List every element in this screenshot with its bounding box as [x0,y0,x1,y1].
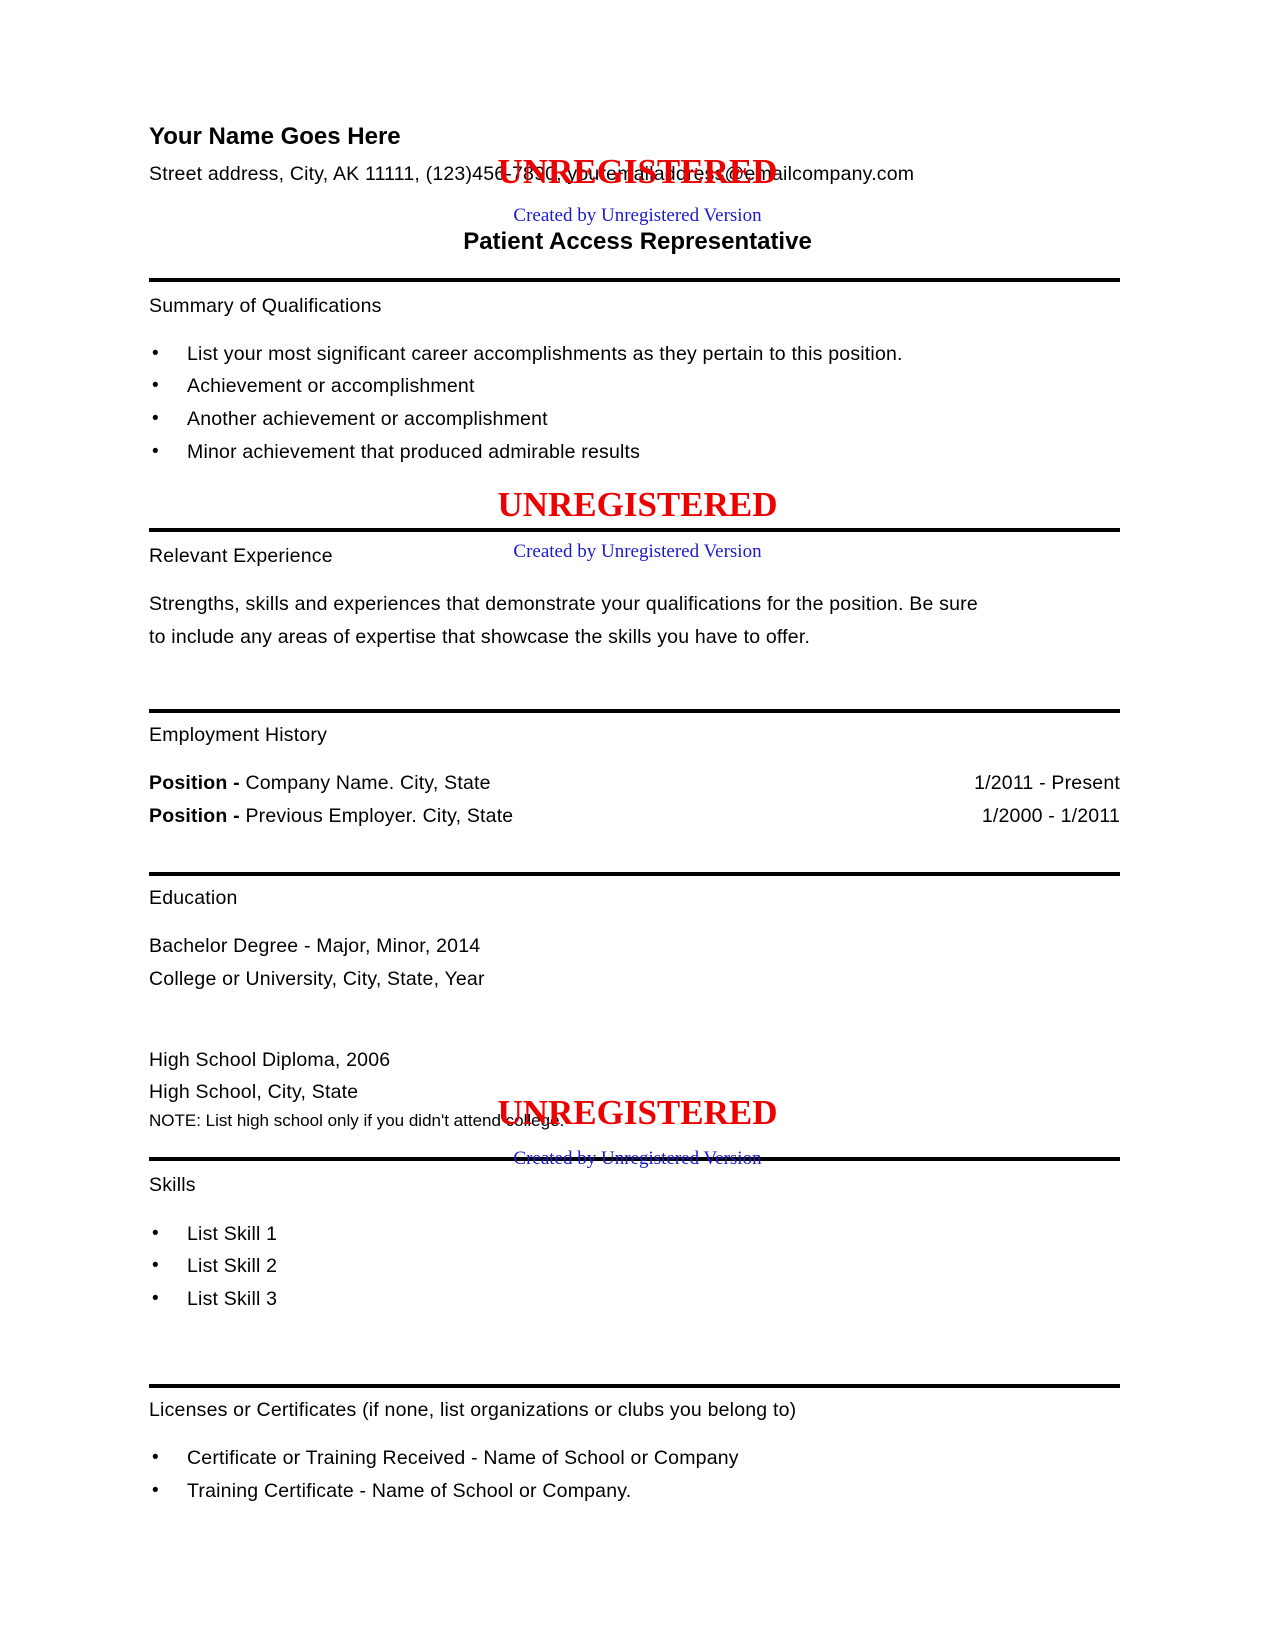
list-item-text: List Skill 3 [187,1288,278,1310]
list-item-text: Achievement or accomplishment [187,375,475,397]
job-position-label: Position - [149,772,240,794]
job-position-line: Position - Company Name. City, State [149,771,491,795]
resume-name: Your Name Goes Here [149,123,401,150]
bullet-icon: • [152,1223,159,1244]
bullet-icon: • [152,1447,159,1468]
education-degree: Bachelor Degree - Major, Minor, 2014 [149,935,481,957]
section-divider [149,528,1120,532]
section-divider [149,278,1120,282]
section-heading-summary: Summary of Qualifications [149,295,382,317]
bullet-icon: • [152,343,159,364]
section-divider [149,872,1120,876]
job-position-line: Position - Previous Employer. City, Stat… [149,804,513,828]
education-diploma: High School Diploma, 2006 [149,1049,391,1071]
list-item-text: Certificate or Training Received - Name … [187,1447,739,1469]
watermark-unregistered: UNREGISTERED [497,1093,778,1132]
section-heading-licenses: Licenses or Certificates (if none, list … [149,1399,797,1421]
bullet-icon: • [152,375,159,396]
bullet-icon: • [152,408,159,429]
bullet-icon: • [152,441,159,462]
job-title: Patient Access Representative [463,228,812,255]
section-divider [149,709,1120,713]
list-item-text: List your most significant career accomp… [187,343,903,365]
watermark-created-by: Created by Unregistered Version [513,205,762,226]
experience-text-line: to include any areas of expertise that s… [149,626,811,648]
job-dates: 1/2000 - 1/2011 [981,805,1120,827]
section-divider [149,1384,1120,1388]
bullet-icon: • [152,1480,159,1501]
bullet-icon: • [152,1255,159,1276]
section-heading-skills: Skills [149,1174,196,1196]
list-item-text: Another achievement or accomplishment [187,408,548,430]
job-employer: Company Name. City, State [239,772,491,794]
job-dates: 1/2011 - Present [974,772,1120,794]
job-position-label: Position - [149,805,240,827]
list-item-text: Minor achievement that produced admirabl… [187,441,641,463]
education-college: College or University, City, State, Year [149,968,485,990]
section-heading-employment: Employment History [149,724,328,746]
watermark-unregistered: UNREGISTERED [497,485,778,524]
list-item-text: List Skill 1 [187,1223,278,1245]
section-heading-education: Education [149,887,238,909]
watermark-created-by: Created by Unregistered Version [513,541,762,562]
bullet-icon: • [152,1288,159,1309]
watermark-unregistered: UNREGISTERED [497,152,778,191]
job-employer: Previous Employer. City, State [239,805,514,827]
experience-text-line: Strengths, skills and experiences that d… [149,593,978,615]
list-item-text: Training Certificate - Name of School or… [187,1480,632,1502]
watermark-created-by: Created by Unregistered Version [513,1148,762,1169]
list-item-text: List Skill 2 [187,1255,278,1277]
